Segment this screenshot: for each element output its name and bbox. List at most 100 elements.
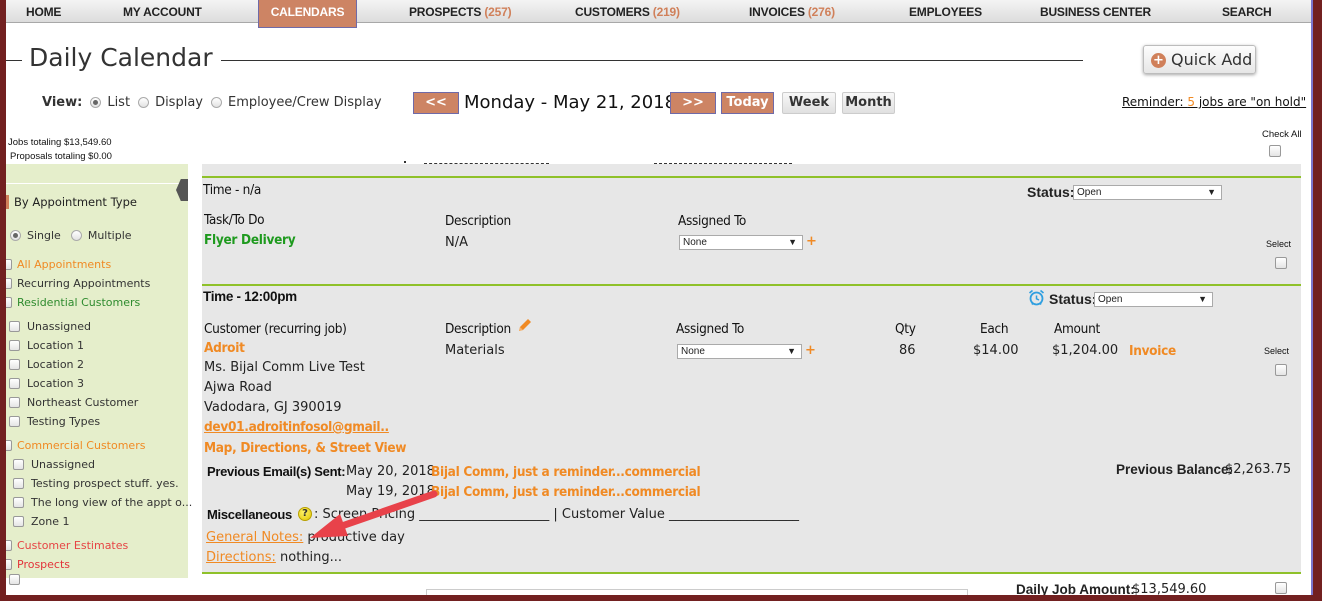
title-rule-right [221, 60, 1083, 61]
assigned-select[interactable]: None ▼ [677, 344, 802, 359]
status-select[interactable]: Open ▼ [1073, 185, 1222, 200]
sidebar-item-unassigned[interactable]: Unassigned [9, 320, 91, 333]
sidebar-item-location-1[interactable]: Location 1 [9, 339, 84, 352]
description-header: Description [445, 213, 511, 229]
assigned-value: None [683, 237, 707, 248]
sidebar-item-recurring[interactable]: Recurring Appointments [6, 277, 150, 290]
directions-link[interactable]: Directions: [206, 550, 276, 565]
status-label: Status: [1049, 291, 1097, 307]
single-mode-label[interactable]: Single [27, 229, 61, 242]
checkbox[interactable] [9, 359, 20, 370]
dropdown-arrow-icon: ▼ [1207, 187, 1216, 197]
assigned-header: Assigned To [678, 213, 747, 229]
quick-add-button[interactable]: + Quick Add [1143, 45, 1256, 74]
sidebar-item-long-view[interactable]: The long view of the appt o... [13, 496, 192, 509]
checkbox[interactable] [6, 278, 12, 289]
month-button[interactable]: Month [842, 92, 895, 114]
help-icon[interactable]: ? [298, 507, 312, 521]
multiple-mode-label[interactable]: Multiple [88, 229, 132, 242]
totals-summary: Jobs totaling $13,549.60 Proposals total… [8, 136, 112, 164]
checkbox[interactable] [13, 516, 24, 527]
sidebar-item-location-2[interactable]: Location 2 [9, 358, 84, 371]
nav-invoices[interactable]: INVOICES (276) [749, 5, 835, 19]
on-hold-reminder-link[interactable]: Reminder: 5 jobs are "on hold" [1122, 95, 1306, 109]
sidebar-item-location-3[interactable]: Location 3 [9, 377, 84, 390]
checkbox[interactable] [6, 559, 12, 570]
checkbox[interactable] [9, 378, 20, 389]
checkbox[interactable] [6, 440, 12, 451]
email-date: May 20, 2018 [346, 464, 435, 479]
daily-select-checkbox[interactable] [1275, 582, 1287, 594]
nav-customers[interactable]: CUSTOMERS (219) [575, 5, 680, 19]
checkbox[interactable] [13, 497, 24, 508]
checkbox[interactable] [6, 297, 12, 308]
sidebar-item-residential[interactable]: Residential Customers [6, 296, 140, 309]
description-value: N/A [445, 235, 468, 250]
invoice-link[interactable]: Invoice [1129, 343, 1176, 359]
view-display-label[interactable]: Display [155, 95, 203, 110]
view-list-radio[interactable] [90, 97, 102, 108]
today-button[interactable]: Today [721, 92, 774, 114]
check-all-checkbox[interactable] [1269, 145, 1281, 157]
multiple-mode-radio[interactable] [70, 230, 82, 241]
email-link[interactable]: dev01.adroitinfosol@gmail.. [204, 419, 389, 435]
checkbox[interactable] [13, 459, 24, 470]
sidebar-item-northeast[interactable]: Northeast Customer [9, 396, 138, 409]
nav-calendars[interactable]: CALENDARS [258, 0, 357, 28]
general-notes-link[interactable]: General Notes: [206, 530, 303, 545]
select-checkbox[interactable] [1275, 257, 1287, 269]
checkbox[interactable] [13, 478, 24, 489]
add-assignee-icon[interactable]: + [806, 234, 817, 249]
sidebar-item-prospects[interactable]: Prospects [6, 558, 70, 571]
sidebar-item-testing-types[interactable]: Testing Types [9, 415, 100, 428]
nav-business-center[interactable]: BUSINESS CENTER [1040, 5, 1151, 19]
checkbox[interactable] [9, 574, 20, 585]
nav-label: INVOICES [749, 5, 805, 19]
nav-home[interactable]: HOME [26, 5, 61, 19]
assigned-select[interactable]: None ▼ [679, 235, 803, 250]
view-employee-label[interactable]: Employee/Crew Display [228, 95, 382, 110]
sidebar-item-testing-prospect[interactable]: Testing prospect stuff. yes. [13, 477, 179, 490]
view-employee-radio[interactable] [210, 97, 222, 108]
sidebar-heading: By Appointment Type [6, 195, 137, 209]
nav-employees[interactable]: EMPLOYEES [909, 5, 982, 19]
checkbox[interactable] [9, 416, 20, 427]
edit-pencil-icon[interactable] [517, 318, 533, 333]
view-selector: View: List Display Employee/Crew Display [42, 95, 390, 110]
single-mode-radio[interactable] [10, 230, 21, 241]
sidebar-item-all-appointments[interactable]: All Appointments [6, 258, 111, 271]
week-button[interactable]: Week [782, 92, 836, 114]
status-value: Open [1098, 294, 1123, 305]
task-link[interactable]: Flyer Delivery [204, 232, 296, 248]
nav-search[interactable]: SEARCH [1222, 5, 1272, 19]
prev-day-button[interactable]: << [413, 92, 459, 114]
checkbox[interactable] [9, 321, 20, 332]
checkbox[interactable] [9, 340, 20, 351]
amount-header: Amount [1054, 321, 1100, 337]
nav-my-account[interactable]: MY ACCOUNT [123, 5, 202, 19]
address-line-1: Ajwa Road [204, 380, 272, 395]
checkbox[interactable] [9, 397, 20, 408]
add-assignee-icon[interactable]: + [805, 343, 816, 358]
sidebar-item-zone-1[interactable]: Zone 1 [13, 515, 70, 528]
checkbox[interactable] [6, 540, 12, 551]
status-select[interactable]: Open ▼ [1094, 292, 1213, 307]
sidebar-item-commercial-unassigned[interactable]: Unassigned [13, 458, 95, 471]
jobs-total: Jobs totaling $13,549.60 [8, 137, 112, 148]
view-list-label[interactable]: List [107, 95, 130, 110]
customer-name-link[interactable]: Adroit [204, 340, 245, 356]
sidebar-item-partial[interactable] [9, 574, 27, 585]
checkbox[interactable] [6, 259, 12, 270]
view-display-radio[interactable] [138, 97, 150, 108]
filter-mode: Single Multiple [10, 229, 142, 242]
bottom-input-box [426, 589, 968, 595]
email-subject-link[interactable]: Bijal Comm, just a reminder...commercial [431, 464, 701, 480]
select-checkbox[interactable] [1275, 364, 1287, 376]
alarm-clock-icon [1028, 289, 1045, 306]
map-directions-link[interactable]: Map, Directions, & Street View [204, 440, 406, 456]
email-subject-link[interactable]: Bijal Comm, just a reminder...commercial [431, 484, 701, 500]
sidebar-item-customer-estimates[interactable]: Customer Estimates [6, 539, 128, 552]
next-day-button[interactable]: >> [670, 92, 716, 114]
nav-prospects[interactable]: PROSPECTS (257) [409, 5, 512, 19]
sidebar-item-commercial[interactable]: Commercial Customers [6, 439, 145, 452]
